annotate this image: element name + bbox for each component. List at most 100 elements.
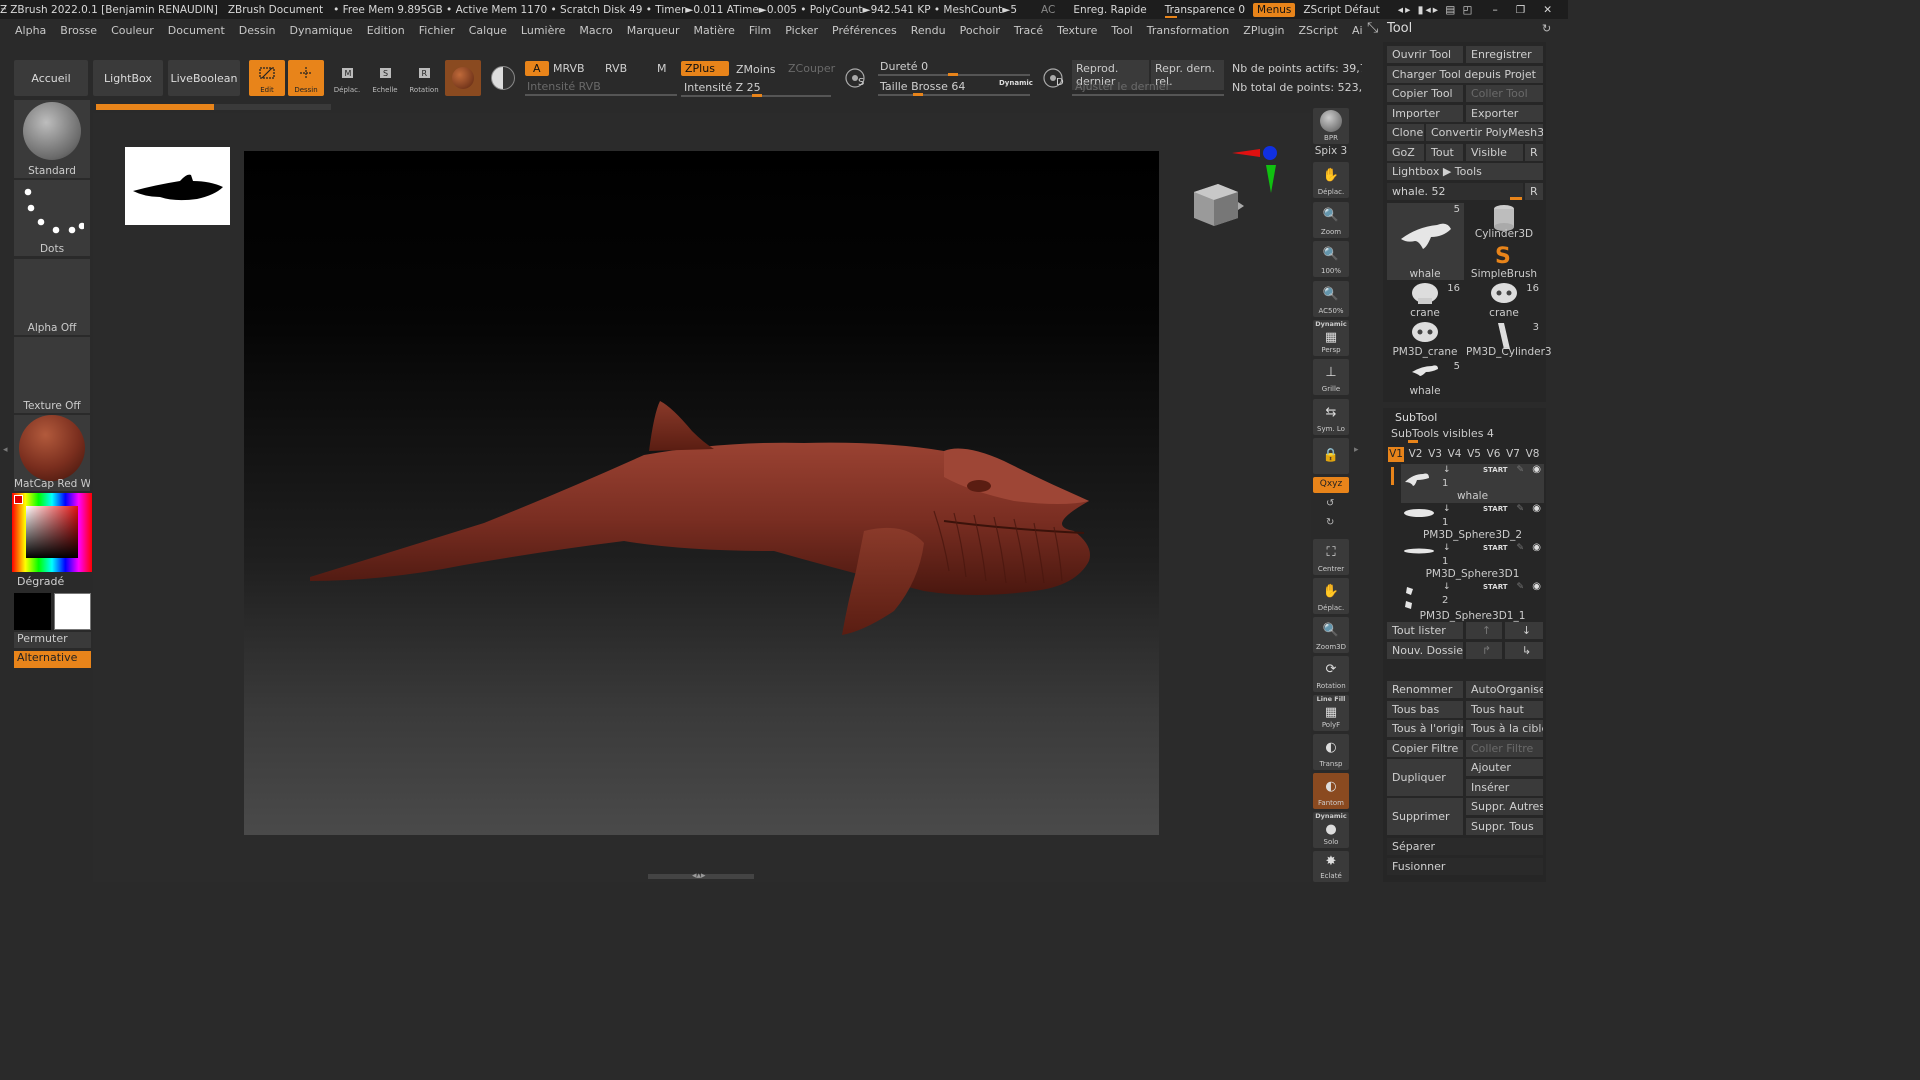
navigation-cube-icon[interactable]: [1188, 180, 1248, 233]
delete-button[interactable]: Supprimer: [1387, 798, 1463, 835]
subtool-tab-v4[interactable]: V4: [1447, 447, 1463, 462]
subtool-tab-v6[interactable]: V6: [1486, 447, 1502, 462]
menu-rendu[interactable]: Rendu: [904, 24, 953, 37]
lightbox-button[interactable]: LightBox: [93, 60, 163, 96]
z-intensity-knob[interactable]: [752, 94, 762, 97]
strip-frame-button[interactable]: ⛶ Centrer: [1313, 539, 1349, 575]
zsub-button[interactable]: ZMoins: [736, 63, 776, 76]
menu-macro[interactable]: Macro: [572, 24, 619, 37]
material-swatch[interactable]: [445, 60, 481, 96]
menu-calque[interactable]: Calque: [462, 24, 514, 37]
paste-tool-button[interactable]: Coller Tool: [1466, 85, 1543, 102]
3d-viewport[interactable]: [244, 151, 1159, 835]
strip-aahalf-button[interactable]: 🔍 AC50%: [1313, 281, 1349, 317]
draw-size-slider[interactable]: Taille Brosse 64: [880, 80, 965, 93]
strip-transp-button[interactable]: ◐ Transp: [1313, 734, 1349, 770]
subtool-edit-icon[interactable]: ✎: [1516, 465, 1524, 475]
tool-thumb-pm3d-crane[interactable]: PM3D_crane: [1387, 321, 1463, 358]
insert-button[interactable]: Insérer: [1466, 779, 1543, 796]
all-to-target-button[interactable]: Tous à la cible: [1466, 720, 1543, 737]
default-zscript-button[interactable]: ZScript Défaut: [1303, 4, 1379, 16]
bottom-tray-arrows-icon[interactable]: ◂▴▸: [692, 871, 706, 881]
menu-pochoir[interactable]: Pochoir: [953, 24, 1007, 37]
menu-preferences[interactable]: Préférences: [825, 24, 904, 37]
rename-button[interactable]: Renommer: [1387, 681, 1463, 698]
strip-zoom3d-button[interactable]: 🔍 Zoom3D: [1313, 617, 1349, 653]
list-all-button[interactable]: Tout lister: [1387, 622, 1463, 639]
texture-slot[interactable]: Texture Off: [14, 337, 90, 413]
right-tray-arrow-icon[interactable]: ▸: [1354, 445, 1359, 455]
rotate-y-icon[interactable]: ↺: [1326, 498, 1334, 509]
subtool-visibility-eye-icon[interactable]: ◉: [1532, 542, 1541, 553]
strip-move2-button[interactable]: ✋ Déplac.: [1313, 578, 1349, 614]
color-picker[interactable]: [12, 493, 92, 572]
subtool-edit-icon[interactable]: ✎: [1516, 582, 1524, 592]
quicksave-button[interactable]: Enreg. Rapide: [1073, 4, 1146, 16]
move-button[interactable]: M Déplac.: [329, 60, 365, 96]
tool-thumb-crane[interactable]: 16 crane: [1466, 282, 1542, 319]
z-intensity-slider[interactable]: Intensité Z 25: [684, 81, 761, 94]
copy-filter-button[interactable]: Copier Filtre: [1387, 740, 1463, 757]
layout-icons[interactable]: ◂▸ ▮◂▸ ▤ ◰: [1398, 4, 1475, 16]
merge-menu[interactable]: Fusionner: [1387, 858, 1543, 875]
strip-polyf-button[interactable]: Line Fill ▦ PolyF: [1313, 695, 1349, 731]
lightbox-tools-button[interactable]: Lightbox ▶ Tools: [1387, 163, 1543, 180]
menu-brosse[interactable]: Brosse: [53, 24, 104, 37]
goz-visible-button[interactable]: Visible: [1466, 144, 1523, 161]
rgb-button[interactable]: RVB: [605, 62, 627, 75]
save-tool-button[interactable]: Enregistrer: [1466, 46, 1543, 63]
new-folder-button[interactable]: Nouv. Dossier: [1387, 642, 1463, 659]
duplicate-button[interactable]: Dupliquer: [1387, 759, 1463, 796]
menu-alpha[interactable]: Alpha: [0, 24, 53, 37]
make-polymesh-button[interactable]: Convertir PolyMesh3D: [1426, 124, 1543, 141]
draw-button[interactable]: Dessin: [288, 60, 324, 96]
subtool-row[interactable]: START ↓ 2 ✎ ◉ PM3D_Sphere3D1_1: [1401, 581, 1544, 622]
current-tool-r-button[interactable]: R: [1525, 183, 1543, 200]
menu-marqueur[interactable]: Marqueur: [620, 24, 687, 37]
delete-other-button[interactable]: Suppr. Autres: [1466, 798, 1543, 815]
menu-tool[interactable]: Tool: [1104, 24, 1139, 37]
subtool-edit-icon[interactable]: ✎: [1516, 504, 1524, 514]
edit-button[interactable]: Edit: [249, 60, 285, 96]
strip-rotate-button[interactable]: ⟳ Rotation: [1313, 656, 1349, 692]
menu-zplugin[interactable]: ZPlugin: [1236, 24, 1291, 37]
all-to-origin-button[interactable]: Tous à l'origine: [1387, 720, 1463, 737]
tool-thumb-whale[interactable]: 5 whale: [1387, 360, 1463, 397]
strip-persp-button[interactable]: Dynamic ▦ Persp: [1313, 320, 1349, 356]
color-picker-button[interactable]: [487, 60, 519, 96]
tool-thumb-cylinder3d[interactable]: Cylinder3D: [1466, 203, 1542, 240]
clone-button[interactable]: Cloner: [1387, 124, 1424, 141]
menus-toggle[interactable]: Menus: [1253, 2, 1296, 17]
alpha-slot[interactable]: Alpha Off: [14, 259, 90, 335]
tool-thumb-whale[interactable]: 5 whale: [1387, 203, 1463, 280]
menu-edition[interactable]: Edition: [360, 24, 412, 37]
m-button[interactable]: M: [657, 62, 667, 75]
main-color-swatch[interactable]: [54, 593, 91, 630]
menu-lumiere[interactable]: Lumière: [514, 24, 573, 37]
paste-filter-button[interactable]: Coller Filtre: [1466, 740, 1543, 757]
refresh-icon[interactable]: ↻: [1542, 22, 1551, 35]
alternate-button[interactable]: Alternative: [14, 651, 91, 668]
strip-solo-button[interactable]: Dynamic ● Solo: [1313, 812, 1349, 848]
mrgb-button[interactable]: MRVB: [553, 62, 585, 75]
maximize-icon[interactable]: ❐: [1516, 4, 1525, 16]
goz-all-button[interactable]: Tout: [1426, 144, 1463, 161]
all-high-button[interactable]: Tous haut: [1466, 701, 1543, 718]
liveboolean-button[interactable]: LiveBoolean: [168, 60, 240, 96]
menu-fichier[interactable]: Fichier: [412, 24, 462, 37]
rotate-z-icon[interactable]: ↻: [1326, 517, 1334, 528]
alpha-mode-button[interactable]: A: [525, 61, 549, 76]
stroke-slot[interactable]: Dots: [14, 180, 90, 256]
split-menu[interactable]: Séparer: [1387, 838, 1543, 855]
menu-couleur[interactable]: Couleur: [104, 24, 161, 37]
current-tool-knob[interactable]: [1510, 197, 1522, 200]
visible-subtools-knob[interactable]: [1408, 440, 1418, 443]
subtool-title[interactable]: SubTool: [1395, 411, 1437, 424]
tool-thumb-simplebrush[interactable]: S SimpleBrush: [1466, 243, 1542, 280]
tool-panel-title[interactable]: Tool: [1387, 21, 1412, 36]
subtool-tab-v2[interactable]: V2: [1408, 447, 1424, 462]
export-button[interactable]: Exporter: [1466, 105, 1543, 122]
move-up-icon[interactable]: ↑: [1466, 622, 1502, 639]
load-from-project-button[interactable]: Charger Tool depuis Projet: [1387, 66, 1543, 83]
subtool-row[interactable]: START ↓ 1 ✎ ◉ whale: [1401, 464, 1544, 503]
